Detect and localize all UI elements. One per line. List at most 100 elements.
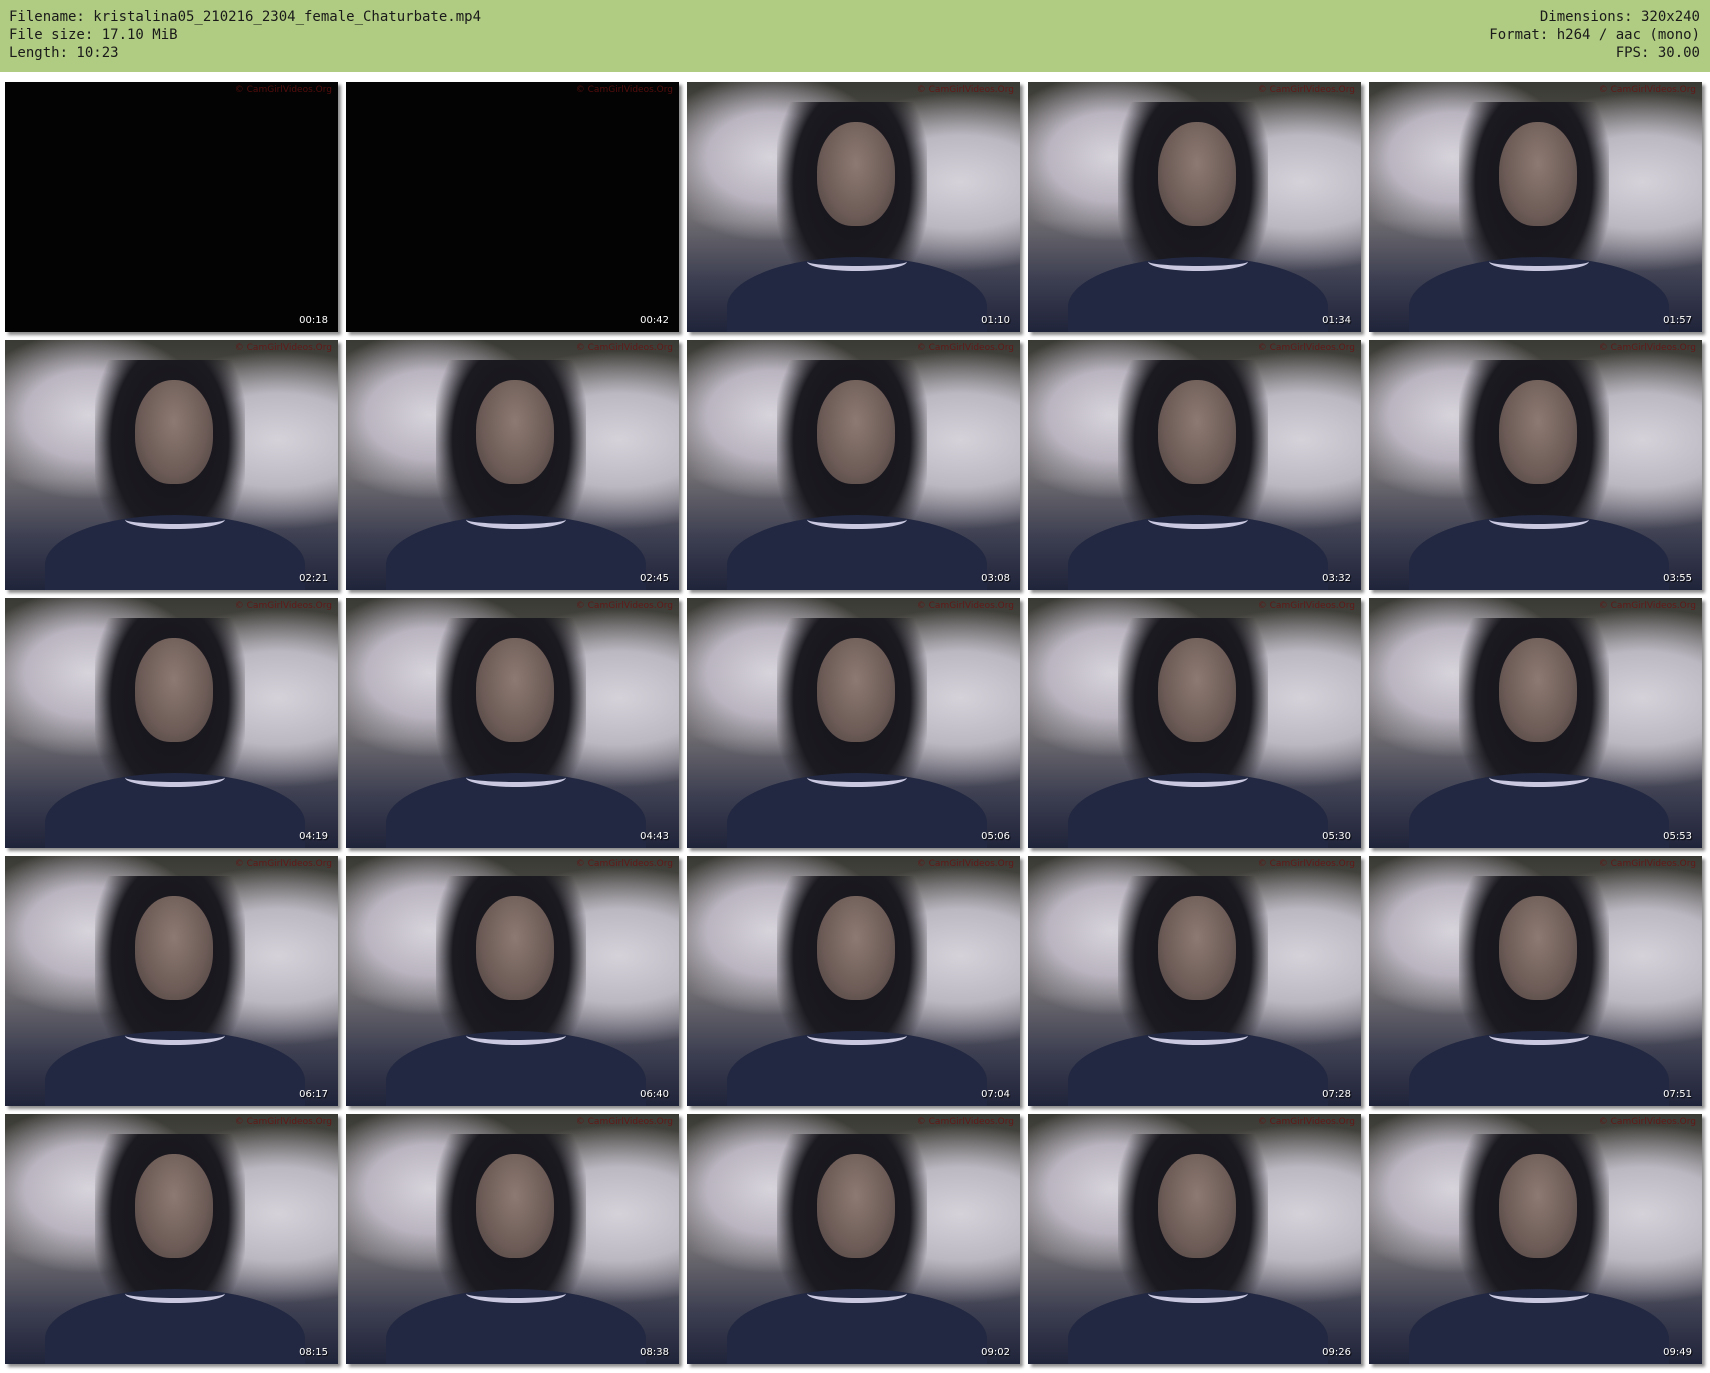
thumbnail-frame[interactable]: © CamGirlVideos.Org 05:53 — [1369, 598, 1702, 848]
webcam-frame-image — [1028, 1114, 1361, 1364]
timestamp-label: 01:57 — [1663, 315, 1692, 326]
thumbnail-frame[interactable]: © CamGirlVideos.Org 01:10 — [687, 82, 1020, 332]
webcam-frame-image — [1369, 82, 1702, 332]
face-shape — [135, 638, 213, 742]
face-shape — [476, 896, 554, 1000]
collar-shape — [125, 510, 225, 529]
thumbnail-frame[interactable]: © CamGirlVideos.Org 05:06 — [687, 598, 1020, 848]
collar-shape — [1148, 252, 1248, 271]
thumbnail-frame[interactable]: © CamGirlVideos.Org 05:30 — [1028, 598, 1361, 848]
timestamp-label: 00:18 — [299, 315, 328, 326]
face-shape — [817, 896, 895, 1000]
thumbnail-frame[interactable]: © CamGirlVideos.Org 09:02 — [687, 1114, 1020, 1364]
thumbnail-frame[interactable]: © CamGirlVideos.Org 09:49 — [1369, 1114, 1702, 1364]
thumbnail-frame[interactable]: © CamGirlVideos.Org 01:57 — [1369, 82, 1702, 332]
watermark-text: © CamGirlVideos.Org — [234, 601, 332, 611]
thumbnail-frame[interactable]: © CamGirlVideos.Org 03:55 — [1369, 340, 1702, 590]
collar-shape — [807, 510, 907, 529]
collar-shape — [125, 1026, 225, 1045]
timestamp-label: 09:02 — [981, 1347, 1010, 1358]
watermark-text: © CamGirlVideos.Org — [234, 85, 332, 95]
collar-shape — [1489, 252, 1589, 271]
thumbnail-frame[interactable]: © CamGirlVideos.Org 02:21 — [5, 340, 338, 590]
webcam-frame-image — [346, 1114, 679, 1364]
thumbnail-grid: © CamGirlVideos.Org 00:18 © CamGirlVideos.… — [5, 82, 1702, 1364]
webcam-frame-image — [346, 598, 679, 848]
thumbnail-frame[interactable]: © CamGirlVideos.Org 01:34 — [1028, 82, 1361, 332]
webcam-frame-image — [5, 856, 338, 1106]
collar-shape — [1148, 510, 1248, 529]
watermark-text: © CamGirlVideos.Org — [1598, 859, 1696, 869]
collar-shape — [466, 1026, 566, 1045]
watermark-text: © CamGirlVideos.Org — [1257, 601, 1355, 611]
webcam-frame-image — [687, 1114, 1020, 1364]
thumbnail-frame[interactable]: © CamGirlVideos.Org 03:08 — [687, 340, 1020, 590]
webcam-frame-image — [1028, 340, 1361, 590]
timestamp-label: 01:10 — [981, 315, 1010, 326]
thumbnail-frame[interactable]: © CamGirlVideos.Org 08:15 — [5, 1114, 338, 1364]
webcam-frame-image — [346, 856, 679, 1106]
watermark-text: © CamGirlVideos.Org — [916, 601, 1014, 611]
thumbnail-frame[interactable]: © CamGirlVideos.Org 00:42 — [346, 82, 679, 332]
face-shape — [135, 380, 213, 484]
webcam-frame-image — [1028, 598, 1361, 848]
thumbnail-frame[interactable]: © CamGirlVideos.Org 02:45 — [346, 340, 679, 590]
collar-shape — [1489, 768, 1589, 787]
timestamp-label: 03:55 — [1663, 573, 1692, 584]
timestamp-label: 07:04 — [981, 1089, 1010, 1100]
info-header: Filename: kristalina05_210216_2304_femal… — [0, 0, 1710, 72]
watermark-text: © CamGirlVideos.Org — [1598, 343, 1696, 353]
webcam-frame-image — [1369, 1114, 1702, 1364]
timestamp-label: 07:51 — [1663, 1089, 1692, 1100]
collar-shape — [1148, 1026, 1248, 1045]
face-shape — [135, 1154, 213, 1258]
collar-shape — [1489, 510, 1589, 529]
thumbnail-frame[interactable]: © CamGirlVideos.Org 04:43 — [346, 598, 679, 848]
watermark-text: © CamGirlVideos.Org — [1257, 859, 1355, 869]
timestamp-label: 07:28 — [1322, 1089, 1351, 1100]
timestamp-label: 03:32 — [1322, 573, 1351, 584]
thumbnail-frame[interactable]: © CamGirlVideos.Org 09:26 — [1028, 1114, 1361, 1364]
face-shape — [1499, 638, 1577, 742]
collar-shape — [1489, 1026, 1589, 1045]
timestamp-label: 05:06 — [981, 831, 1010, 842]
collar-shape — [1148, 768, 1248, 787]
webcam-frame-image — [687, 856, 1020, 1106]
thumbnail-frame[interactable]: © CamGirlVideos.Org 06:40 — [346, 856, 679, 1106]
timestamp-label: 02:45 — [640, 573, 669, 584]
thumbnail-frame[interactable]: © CamGirlVideos.Org 04:19 — [5, 598, 338, 848]
watermark-text: © CamGirlVideos.Org — [575, 859, 673, 869]
watermark-text: © CamGirlVideos.Org — [916, 343, 1014, 353]
face-shape — [1158, 1154, 1236, 1258]
fps-label: FPS: 30.00 — [1615, 45, 1700, 61]
thumbnail-frame[interactable]: © CamGirlVideos.Org 07:28 — [1028, 856, 1361, 1106]
watermark-text: © CamGirlVideos.Org — [916, 1117, 1014, 1127]
filename-label: Filename: kristalina05_210216_2304_femal… — [9, 9, 482, 25]
thumbnail-frame[interactable]: © CamGirlVideos.Org 03:32 — [1028, 340, 1361, 590]
thumbnail-frame[interactable]: © CamGirlVideos.Org 07:04 — [687, 856, 1020, 1106]
filesize-label: File size: 17.10 MiB — [9, 27, 178, 43]
timestamp-label: 08:38 — [640, 1347, 669, 1358]
collar-shape — [466, 1284, 566, 1303]
webcam-frame-image — [5, 1114, 338, 1364]
thumbnail-frame[interactable]: © CamGirlVideos.Org 06:17 — [5, 856, 338, 1106]
face-shape — [1499, 380, 1577, 484]
webcam-frame-image — [5, 598, 338, 848]
watermark-text: © CamGirlVideos.Org — [1257, 343, 1355, 353]
face-shape — [476, 638, 554, 742]
length-label: Length: 10:23 — [9, 45, 119, 61]
watermark-text: © CamGirlVideos.Org — [1598, 85, 1696, 95]
thumbnail-frame[interactable]: © CamGirlVideos.Org 07:51 — [1369, 856, 1702, 1106]
collar-shape — [125, 768, 225, 787]
collar-shape — [466, 510, 566, 529]
timestamp-label: 09:26 — [1322, 1347, 1351, 1358]
timestamp-label: 05:30 — [1322, 831, 1351, 842]
face-shape — [817, 638, 895, 742]
watermark-text: © CamGirlVideos.Org — [1598, 601, 1696, 611]
thumbnail-frame[interactable]: © CamGirlVideos.Org 08:38 — [346, 1114, 679, 1364]
collar-shape — [807, 1284, 907, 1303]
watermark-text: © CamGirlVideos.Org — [916, 85, 1014, 95]
thumbnail-frame[interactable]: © CamGirlVideos.Org 00:18 — [5, 82, 338, 332]
collar-shape — [1489, 1284, 1589, 1303]
face-shape — [1499, 1154, 1577, 1258]
